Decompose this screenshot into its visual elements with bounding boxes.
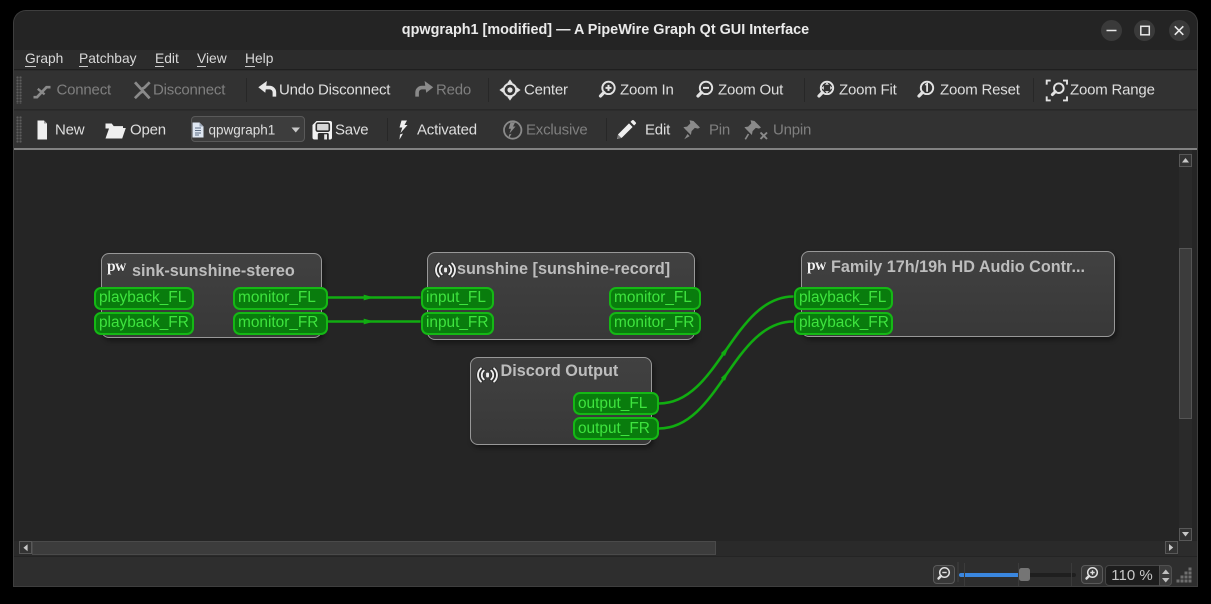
svg-text:pw: pw — [807, 260, 827, 274]
svg-text:pw: pw — [107, 261, 127, 275]
